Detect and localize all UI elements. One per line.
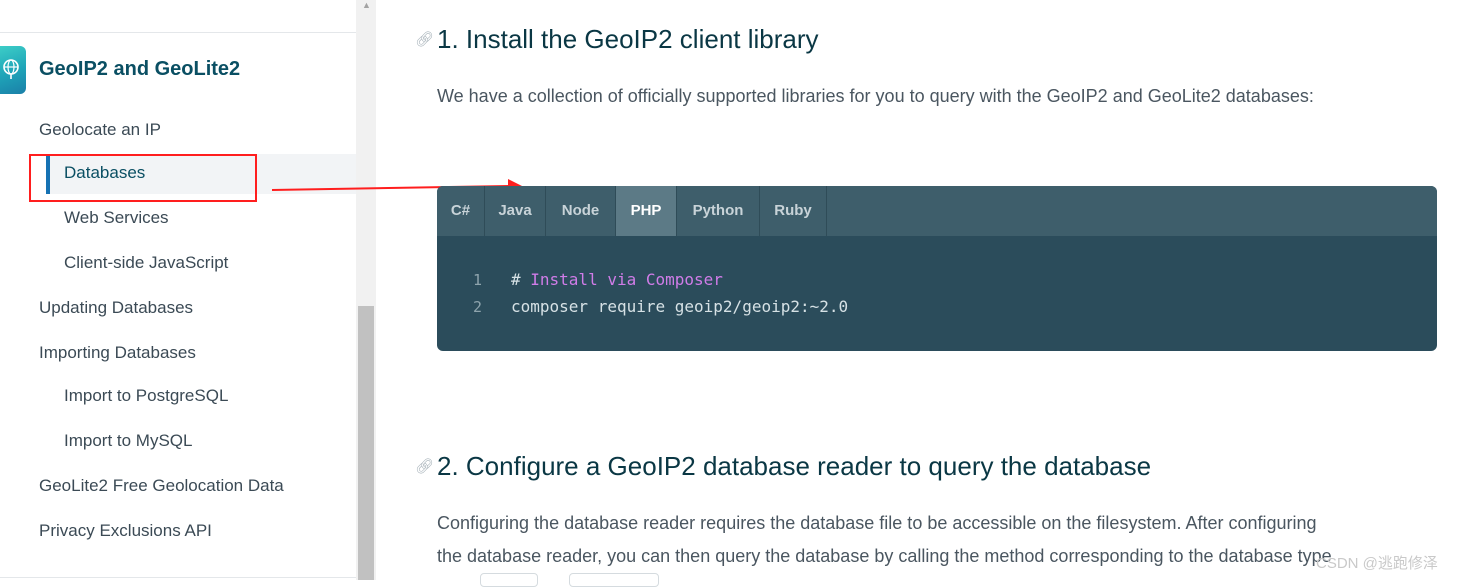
tab-java[interactable]: Java — [485, 186, 546, 236]
code-line-comment: # Install via Composer — [511, 270, 723, 289]
section-heading-configure: 2. Configure a GeoIP2 database reader to… — [437, 451, 1152, 481]
tab-node[interactable]: Node — [546, 186, 616, 236]
tab-ruby[interactable]: Ruby — [760, 186, 827, 236]
tab-php[interactable]: PHP — [616, 186, 677, 236]
link-icon[interactable]: 🔗︎ — [415, 30, 434, 48]
section-paragraph: We have a collection of officially suppo… — [437, 86, 1314, 106]
section-heading-install: 1. Install the GeoIP2 client library — [437, 24, 819, 54]
inline-code-chip — [480, 573, 538, 587]
code-line-command: composer require geoip2/geoip2:~2.0 — [511, 297, 849, 316]
comment-marker: # — [511, 270, 531, 289]
line-number: 2 — [473, 298, 483, 316]
link-icon[interactable]: 🔗︎ — [415, 457, 434, 475]
section-paragraph: the database reader, you can then query … — [437, 546, 1332, 566]
inline-code-chip — [569, 573, 659, 587]
code-block: C# Java Node PHP Python Ruby 1 # Install… — [437, 186, 1437, 351]
watermark: CSDN @逃跑修泽 — [1316, 555, 1438, 572]
language-tabs: C# Java Node PHP Python Ruby — [437, 186, 1437, 236]
comment-text: Install via Composer — [530, 270, 723, 289]
line-number: 1 — [473, 271, 483, 289]
section-paragraph: Configuring the database reader requires… — [437, 513, 1317, 533]
tab-csharp[interactable]: C# — [437, 186, 485, 236]
tab-python[interactable]: Python — [677, 186, 760, 236]
